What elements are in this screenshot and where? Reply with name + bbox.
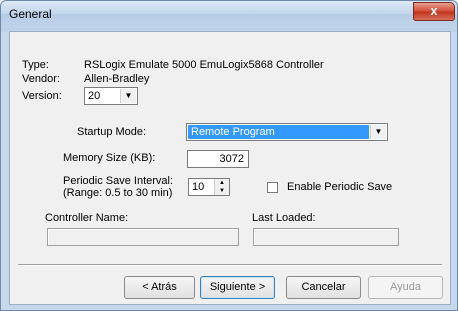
cancel-button[interactable]: Cancelar [286,276,361,299]
enable-periodic-save-label[interactable]: Enable Periodic Save [287,181,392,193]
close-icon: x [430,3,438,18]
version-label: Version: [22,90,62,102]
periodic-save-range: (Range: 0.5 to 30 min) [63,187,173,199]
type-value: RSLogix Emulate 5000 EmuLogix5868 Contro… [84,59,324,71]
back-button[interactable]: < Atrás [124,276,195,299]
title-bar[interactable]: General x [1,1,457,27]
startup-mode-value: Remote Program [191,126,275,138]
controller-name-field [47,228,239,246]
close-button[interactable]: x [413,2,455,21]
button-divider [18,264,442,266]
memory-size-label: Memory Size (KB): [63,152,156,164]
cancel-button-label: Cancelar [301,281,346,293]
help-button[interactable]: Ayuda [368,276,443,299]
memory-size-value: 3072 [219,153,244,165]
vendor-label: Vendor: [22,73,60,85]
next-button-label: Siguiente > [209,281,266,293]
help-button-label: Ayuda [390,281,421,293]
periodic-save-label: Periodic Save Interval: [63,175,174,187]
periodic-save-spinner[interactable]: 10 ▲ ▼ [188,178,230,196]
next-button[interactable]: Siguiente > [200,276,275,299]
last-loaded-field [253,228,399,246]
chevron-down-icon[interactable]: ▼ [120,89,136,103]
version-value: 20 [88,90,101,102]
controller-name-label: Controller Name: [45,212,129,224]
startup-mode-select[interactable]: Remote Program ▼ [186,123,388,141]
enable-periodic-save-checkbox[interactable] [267,182,278,193]
dialog-window: General x Type: RSLogix Emulate 5000 Emu… [0,0,458,311]
version-select[interactable]: 20 ▼ [84,87,138,105]
last-loaded-label: Last Loaded: [252,212,316,224]
spin-down-icon[interactable]: ▼ [214,187,229,195]
back-button-label: < Atrás [142,281,177,293]
periodic-save-value: 10 [192,181,205,193]
vendor-value: Allen-Bradley [84,73,150,85]
dialog-client-area: Type: RSLogix Emulate 5000 EmuLogix5868 … [9,31,451,305]
type-label: Type: [22,59,49,71]
startup-mode-label: Startup Mode: [77,126,147,138]
chevron-down-icon[interactable]: ▼ [370,125,386,139]
startup-mode-highlight: Remote Program [188,125,369,139]
memory-size-field[interactable]: 3072 [187,150,249,168]
spin-up-icon[interactable]: ▲ [214,179,229,187]
window-title: General [9,7,52,21]
